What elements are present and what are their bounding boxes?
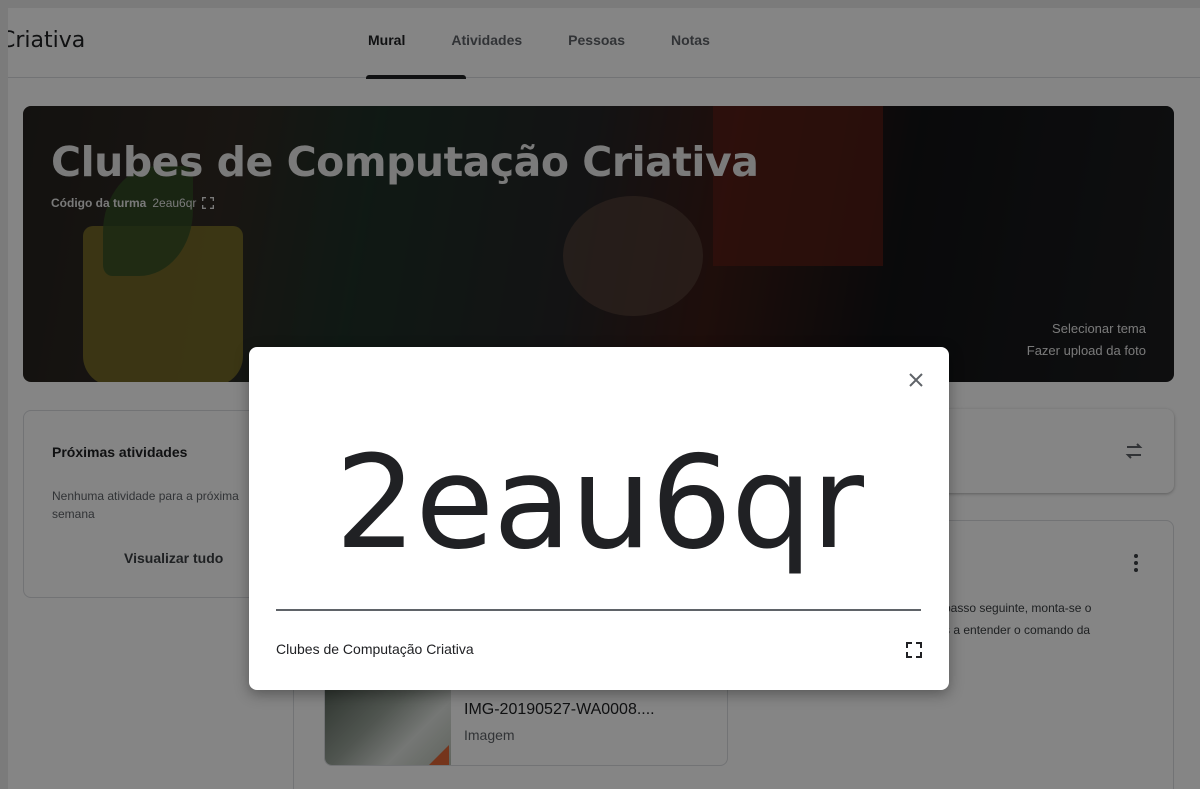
dialog-divider — [276, 609, 921, 611]
class-code-large: 2eau6qr — [334, 429, 864, 578]
class-code-dialog: 2eau6qr Clubes de Computação Criativa — [249, 347, 949, 690]
close-icon[interactable] — [905, 369, 927, 391]
fullscreen-icon[interactable] — [905, 641, 923, 659]
dialog-class-name: Clubes de Computação Criativa — [276, 641, 474, 657]
